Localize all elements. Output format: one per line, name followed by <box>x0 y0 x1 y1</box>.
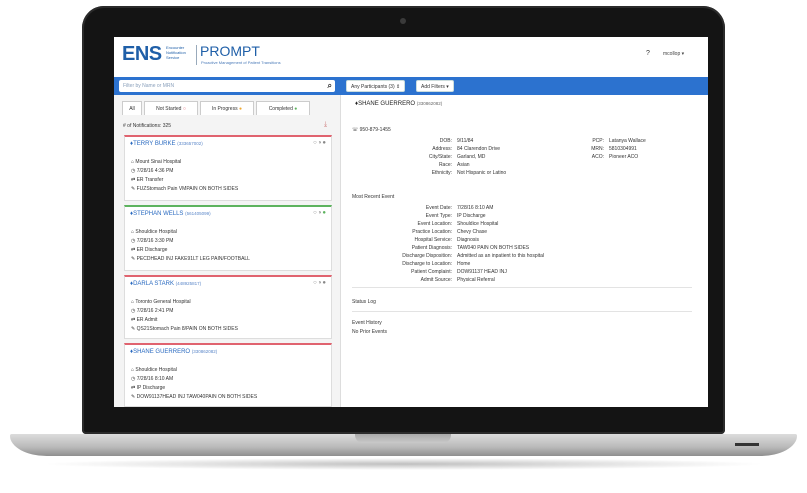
laptop-edge-line <box>735 443 759 446</box>
card-complaint: ✎ QS21Stomach Pain 8/PAIN ON BOTH SIDES <box>131 326 238 332</box>
event-field-value: Admitted as an inpatient to this hospita… <box>457 253 544 259</box>
patient-phone: ☏ 950-879-1455 <box>352 127 391 133</box>
no-prior-events: No Prior Events <box>352 329 388 335</box>
user-menu[interactable]: mcollop ▾ <box>663 51 684 57</box>
ethnicity-label: Ethnicity: <box>431 170 452 176</box>
search-icon[interactable]: ⌕ <box>328 81 332 91</box>
event-field-value: Physical Referral <box>457 277 495 283</box>
card-location: ⌂ Mount Sinai Hospital <box>131 159 182 165</box>
app-screen: ENS Encounter Notification Service PROMP… <box>114 37 708 407</box>
event-field-value: DOW91137 HEAD INJ <box>457 269 507 275</box>
event-field-value: Chevy Chase <box>457 229 488 235</box>
patient-name-link[interactable]: ♦DARLA STARK (448925817) <box>130 281 201 287</box>
dob-label: DOB: <box>439 138 452 144</box>
city-value: Garland, MD <box>457 154 486 160</box>
event-field-value: Diagnosis <box>457 237 479 243</box>
status-toggles[interactable]: ○◑● <box>313 210 327 216</box>
laptop-shadow <box>40 458 767 470</box>
search-input[interactable]: Filter by Name or MRN ⌕ <box>119 80 335 92</box>
card-time: ◷ 7/28/16 3:30 PM <box>131 238 174 244</box>
header-divider <box>196 45 197 65</box>
event-field-label: Practice Location: <box>412 229 452 235</box>
status-toggles[interactable]: ○◑● <box>313 140 327 146</box>
aco-label: ACO: <box>591 154 604 160</box>
notification-count: # of Notifications: 325 <box>123 123 172 129</box>
patient-detail-name: ♦SHANE GUERRERO (330862082) <box>355 101 443 107</box>
help-icon[interactable]: ? <box>646 50 650 57</box>
event-field-value: IP Discharge <box>457 213 486 219</box>
card-event: ⇄ ER Transfer <box>131 177 164 183</box>
event-field-value: TAW040 PAIN ON BOTH SIDES <box>457 245 530 251</box>
pcp-value: Latanya Wallace <box>609 138 646 144</box>
event-field-label: Event Location: <box>417 221 452 227</box>
notification-card[interactable]: ♦SHANE GUERRERO (330862082) ⌂ Shouldice … <box>124 343 332 407</box>
pcp-label: PCP: <box>592 138 604 144</box>
city-label: City/State: <box>428 154 452 160</box>
event-field-label: Discharge Disposition: <box>402 253 452 259</box>
laptop-base <box>10 434 797 456</box>
ethnicity-value: Not Hispanic or Latino <box>457 170 507 176</box>
patient-name-link[interactable]: ♦SHANE GUERRERO (330862082) <box>130 349 217 355</box>
aco-value: Pioneer ACO <box>609 154 639 160</box>
card-time: ◷ 7/28/16 4:36 PM <box>131 168 174 174</box>
laptop-notch <box>355 434 451 443</box>
search-placeholder: Filter by Name or MRN <box>123 83 175 89</box>
event-history-heading: Event History <box>352 320 382 326</box>
product-subtitle: Proactive Management of Patient Transiti… <box>201 60 281 65</box>
card-time: ◷ 7/28/16 2:41 PM <box>131 308 174 314</box>
ens-logo: ENS <box>122 43 162 65</box>
participants-filter[interactable]: Any Participants (3) ⇕ <box>346 80 406 92</box>
tab-all[interactable]: All <box>122 101 142 115</box>
address-value: 84 Clarendon Drive <box>457 146 501 152</box>
event-field-label: Admit Source: <box>420 277 452 283</box>
event-field-value: Shouldice Hospital <box>457 221 499 227</box>
app-header: ENS Encounter Notification Service PROMP… <box>114 37 708 71</box>
card-event: ⇄ ER Admit <box>131 317 158 323</box>
ens-logo-subtitle: Encounter Notification Service <box>166 45 186 60</box>
event-field-label: Hospital Service: <box>414 237 452 243</box>
card-location: ⌂ Shouldice Hospital <box>131 229 177 235</box>
event-field-label: Discharge to Location: <box>402 261 452 267</box>
card-complaint: ✎ PECDHEAD INJ FAKE91LT LEG PAIN/FOOTBAL… <box>131 256 250 262</box>
card-event: ⇄ IP Discharge <box>131 385 166 391</box>
tab-completed[interactable]: Completed ● <box>256 101 310 115</box>
most-recent-event-heading: Most Recent Event <box>352 194 395 200</box>
card-complaint: ✎ FUZStomach Pain VMPAIN ON BOTH SIDES <box>131 186 239 192</box>
status-log-heading: Status Log <box>352 299 376 305</box>
event-field-label: Event Type: <box>425 213 452 219</box>
card-complaint: ✎ DOW91137HEAD INJ TAW040PAIN ON BOTH SI… <box>131 394 258 400</box>
card-event: ⇄ ER Discharge <box>131 247 168 253</box>
card-location: ⌂ Toronto General Hospital <box>131 299 191 305</box>
notification-card[interactable]: ♦STEPHAN WELLS (561405099) ○◑● ⌂ Shouldi… <box>124 205 332 271</box>
status-toggles[interactable]: ○◑● <box>313 280 327 286</box>
address-label: Address: <box>432 146 452 152</box>
notification-card[interactable]: ♦DARLA STARK (448925817) ○◑● ⌂ Toronto G… <box>124 275 332 339</box>
card-time: ◷ 7/28/16 8:10 AM <box>131 376 174 382</box>
mrn-label: MRN: <box>591 146 604 152</box>
add-filters-button[interactable]: Add Filters ▾ <box>416 80 454 92</box>
event-field-label: Patient Complaint: <box>411 269 452 275</box>
event-field-value: Home <box>457 261 471 267</box>
camera-icon <box>400 18 406 24</box>
divider <box>352 287 692 288</box>
notification-card[interactable]: ♦TERRY BURKE (333657002) ○◑● ⌂ Mount Sin… <box>124 135 332 201</box>
mrn-value: 5810304991 <box>609 146 637 152</box>
dob-value: 9/11/84 <box>457 138 474 144</box>
event-field-label: Patient Diagnosis: <box>411 245 452 251</box>
patient-name-link[interactable]: ♦STEPHAN WELLS (561405099) <box>130 211 211 217</box>
race-label: Race: <box>438 162 452 168</box>
event-field-label: Event Date: <box>425 205 452 211</box>
divider <box>352 311 692 312</box>
card-location: ⌂ Shouldice Hospital <box>131 367 177 373</box>
patient-name-link[interactable]: ♦TERRY BURKE (333657002) <box>130 141 203 147</box>
tab-in-progress[interactable]: In Progress ● <box>200 101 254 115</box>
event-field-value: 7/28/16 8:10 AM <box>457 205 494 211</box>
race-value: Asian <box>457 162 470 168</box>
product-title: PROMPT <box>200 43 260 59</box>
download-icon[interactable]: ⤓ <box>324 121 327 129</box>
tab-not-started[interactable]: Not Started ○ <box>144 101 198 115</box>
